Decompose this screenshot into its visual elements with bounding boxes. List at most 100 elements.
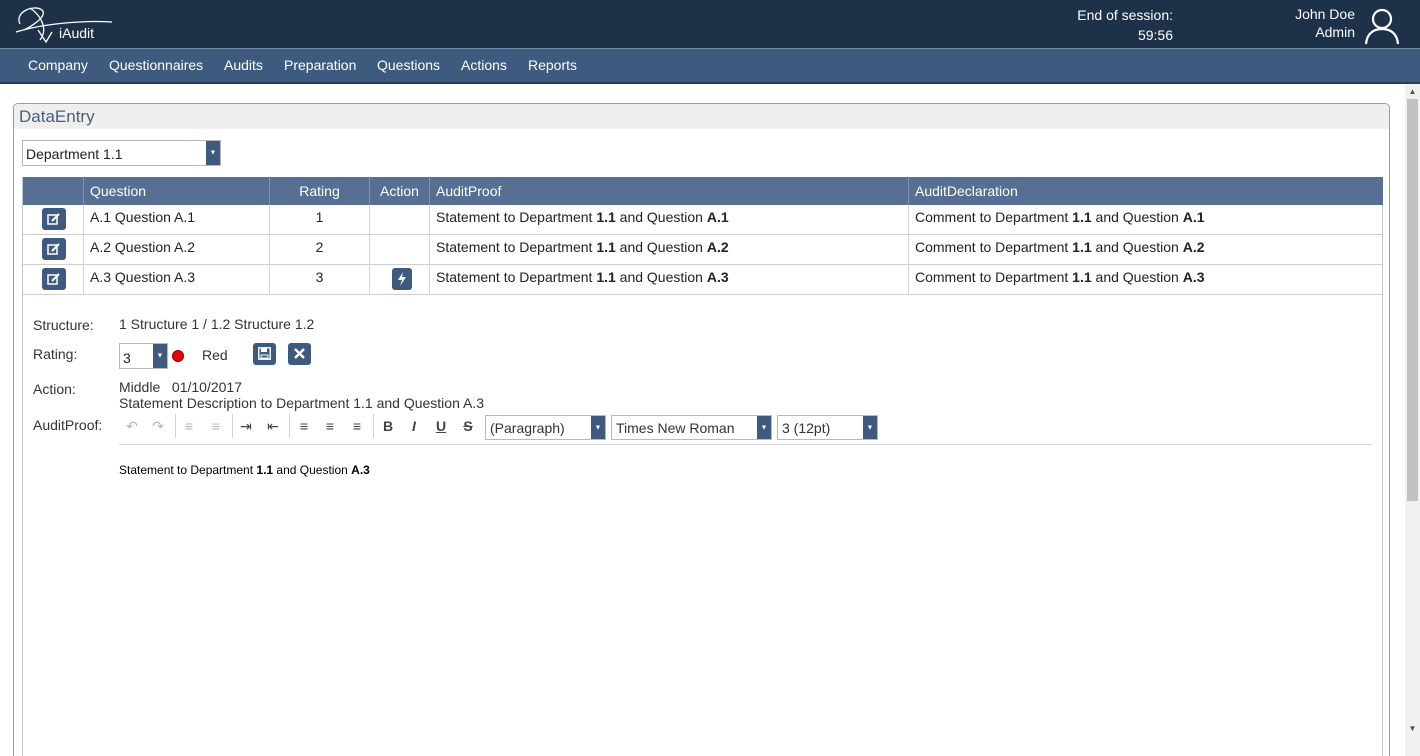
underline-icon[interactable]: U xyxy=(431,415,451,437)
edit-icon[interactable] xyxy=(42,238,66,260)
rating-select[interactable]: 3 ▼ xyxy=(119,343,168,369)
audit-declaration-cell: Comment to Department 1.1 and Question A… xyxy=(908,235,1383,265)
redo-icon[interactable]: ↷ xyxy=(149,415,167,437)
toolbar-separator xyxy=(373,414,374,438)
proof-question: A.3 xyxy=(706,269,729,285)
decl-question: A.3 xyxy=(1182,269,1205,285)
header-action[interactable]: Action xyxy=(369,177,429,205)
chevron-down-icon[interactable]: ▼ xyxy=(206,141,220,165)
scroll-down-arrow-icon[interactable]: ▼ xyxy=(1405,721,1420,736)
decl-question: A.2 xyxy=(1182,239,1205,255)
rating-color-name: Red xyxy=(202,347,228,363)
format-select[interactable]: (Paragraph) ▼ xyxy=(485,415,606,440)
nav-audits[interactable]: Audits xyxy=(224,57,263,73)
header-rating[interactable]: Rating xyxy=(269,177,369,205)
user-info[interactable]: John Doe Admin xyxy=(1260,5,1355,41)
rating-select-value: 3 xyxy=(123,350,131,366)
action-cell xyxy=(369,205,429,235)
edit-icon[interactable] xyxy=(42,268,66,290)
font-family-select[interactable]: Times New Roman ▼ xyxy=(611,415,772,440)
rating-label: Rating: xyxy=(33,346,78,362)
chevron-down-icon[interactable]: ▼ xyxy=(863,416,877,439)
proof-text: Statement to Department xyxy=(436,269,597,285)
panel-title: DataEntry xyxy=(19,107,95,126)
nav-questionnaires[interactable]: Questionnaires xyxy=(109,57,203,73)
lightning-icon[interactable] xyxy=(392,268,412,290)
table-row: A.3 Question A.3 3 Statement to Departme… xyxy=(23,265,1383,295)
question-cell: A.1 Question A.1 xyxy=(83,205,269,235)
indent-icon[interactable]: ⇥ xyxy=(236,415,256,437)
align-left-icon[interactable]: ≡ xyxy=(294,415,314,437)
decl-dept: 1.1 xyxy=(1072,239,1092,255)
save-button[interactable] xyxy=(253,343,276,365)
structure-value: 1 Structure 1 / 1.2 Structure 1.2 xyxy=(119,316,315,332)
edit-icon[interactable] xyxy=(42,208,66,230)
decl-text: and Question xyxy=(1091,209,1183,225)
rating-cell: 2 xyxy=(269,235,369,265)
nav-reports[interactable]: Reports xyxy=(528,57,577,73)
proof-text: Statement to Department xyxy=(436,239,597,255)
decl-text: Comment to Department xyxy=(915,239,1073,255)
audit-proof-label: AuditProof: xyxy=(33,417,103,433)
table-row: A.2 Question A.2 2 Statement to Departme… xyxy=(23,235,1383,265)
audit-proof-editor[interactable]: Statement to Department 1.1 and Question… xyxy=(119,463,370,477)
bold-icon[interactable]: B xyxy=(378,415,398,437)
proof-text: and Question xyxy=(615,239,707,255)
unordered-list-icon[interactable]: ≡ xyxy=(206,415,226,437)
action-cell xyxy=(369,235,429,265)
font-size-select[interactable]: 3 (12pt) ▼ xyxy=(777,415,878,440)
decl-text: and Question xyxy=(1091,269,1183,285)
chevron-down-icon[interactable]: ▼ xyxy=(153,344,167,368)
font-size-value: 3 (12pt) xyxy=(782,420,831,436)
header-question[interactable]: Question xyxy=(83,177,269,205)
edit-cell xyxy=(23,265,83,295)
action-cell xyxy=(369,265,429,295)
proof-question: A.1 xyxy=(706,209,729,225)
undo-icon[interactable]: ↶ xyxy=(123,415,141,437)
question-cell: A.2 Question A.2 xyxy=(83,235,269,265)
nav-questions[interactable]: Questions xyxy=(377,57,440,73)
proof-text: and Question xyxy=(615,209,707,225)
user-role: Admin xyxy=(1315,24,1355,40)
align-center-icon[interactable]: ≡ xyxy=(320,415,340,437)
decl-text: Comment to Department xyxy=(915,269,1073,285)
structure-label: Structure: xyxy=(33,317,94,333)
cancel-button[interactable] xyxy=(288,343,311,365)
scroll-thumb[interactable] xyxy=(1407,99,1418,501)
proof-dept: 1.1 xyxy=(596,269,616,285)
nav-company[interactable]: Company xyxy=(28,57,88,73)
header-audit-proof[interactable]: AuditProof xyxy=(429,177,908,205)
italic-icon[interactable]: I xyxy=(404,415,424,437)
toolbar-separator xyxy=(289,414,290,438)
user-name: John Doe xyxy=(1295,6,1355,22)
outdent-icon[interactable]: ⇤ xyxy=(263,415,283,437)
table-header: Question Rating Action AuditProof AuditD… xyxy=(23,177,1383,205)
ordered-list-icon[interactable]: ≡ xyxy=(179,415,199,437)
align-right-icon[interactable]: ≡ xyxy=(347,415,367,437)
page-scrollbar[interactable]: ▲ ▼ xyxy=(1405,84,1420,756)
app-name: iAudit xyxy=(59,25,95,41)
app-header: iAudit End of session: 59:56 John Doe Ad… xyxy=(0,0,1420,48)
decl-dept: 1.1 xyxy=(1072,209,1092,225)
audit-declaration-cell: Comment to Department 1.1 and Question A… xyxy=(908,265,1383,295)
nav-actions[interactable]: Actions xyxy=(461,57,507,73)
scroll-up-arrow-icon[interactable]: ▲ xyxy=(1405,84,1420,99)
main-nav: Company Questionnaires Audits Preparatio… xyxy=(0,48,1420,84)
action-priority: Middle xyxy=(119,379,161,395)
panel-header: DataEntry xyxy=(14,104,1389,129)
data-entry-panel: DataEntry Department 1.1 ▼ Question Rati… xyxy=(13,103,1390,756)
department-select[interactable]: Department 1.1 ▼ xyxy=(22,140,221,166)
decl-text: Comment to Department xyxy=(915,209,1073,225)
action-label: Action: xyxy=(33,381,76,397)
chevron-down-icon[interactable]: ▼ xyxy=(591,416,605,439)
header-audit-declaration[interactable]: AuditDeclaration xyxy=(908,177,1383,205)
proof-text: Statement to Department xyxy=(436,209,597,225)
question-cell: A.3 Question A.3 xyxy=(83,265,269,295)
chevron-down-icon[interactable]: ▼ xyxy=(757,416,771,439)
font-family-value: Times New Roman xyxy=(616,420,735,436)
user-icon[interactable] xyxy=(1364,7,1400,45)
audit-proof-cell: Statement to Department 1.1 and Question… xyxy=(429,205,908,235)
toolbar-divider xyxy=(119,444,1372,445)
strikethrough-icon[interactable]: S xyxy=(458,415,478,437)
nav-preparation[interactable]: Preparation xyxy=(284,57,356,73)
